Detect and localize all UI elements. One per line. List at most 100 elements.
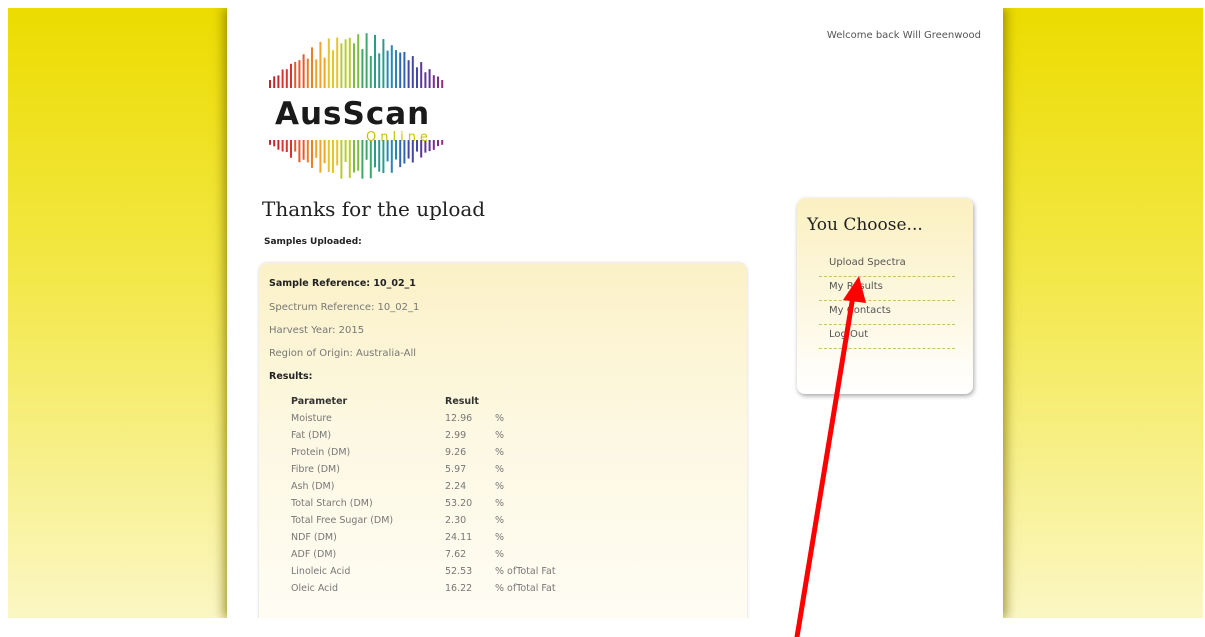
cell-unit: % ofTotal Fat xyxy=(495,566,556,577)
cell-result: 52.53 xyxy=(445,566,473,577)
logo-bar xyxy=(281,69,284,88)
logo-bar xyxy=(332,140,334,173)
cell-result: 2.99 xyxy=(445,430,467,441)
logo-bar xyxy=(378,53,381,88)
table-row: ADF (DM) 7.62% xyxy=(291,546,595,563)
logo-bar xyxy=(273,76,276,88)
logo-bar xyxy=(361,140,364,179)
cell-result: 53.20 xyxy=(445,498,473,509)
logo-bar xyxy=(277,140,280,150)
logo-bar xyxy=(357,140,360,171)
logo-bar xyxy=(327,140,330,172)
logo-bar xyxy=(294,61,297,88)
logo-bar xyxy=(382,39,385,88)
logo-bar xyxy=(432,140,435,150)
logo-bar xyxy=(332,50,334,88)
logo-bar xyxy=(353,43,355,88)
cell-result: 2.30 xyxy=(445,515,467,526)
sample-result-panel: Sample Reference: 10_02_1 Spectrum Refer… xyxy=(259,263,747,618)
harvest-year: Harvest Year: 2015 xyxy=(269,325,365,336)
logo-bar xyxy=(327,38,330,88)
region-of-origin: Region of Origin: Australia-All xyxy=(269,348,417,359)
logo-bar xyxy=(273,140,276,147)
logo-title: AusScan xyxy=(275,96,431,132)
logo-bar xyxy=(306,140,309,163)
logo-bar xyxy=(336,37,339,88)
table-row: Ash (DM) 2.24% xyxy=(291,478,595,495)
logo-bar xyxy=(416,67,418,88)
logo-bar xyxy=(290,140,292,158)
cell-result: 24.11 xyxy=(445,532,473,543)
cell-parameter: Fibre (DM) xyxy=(291,464,340,475)
logo-bar xyxy=(277,75,280,88)
logo-bar xyxy=(269,80,271,88)
table-row: Fat (DM) 2.99% xyxy=(291,427,595,444)
logo-bar xyxy=(348,37,351,88)
logo-bar xyxy=(353,140,355,173)
table-row: NDF (DM) 24.11% xyxy=(291,529,595,546)
samples-uploaded-label: Samples Uploaded: xyxy=(264,237,362,247)
spectrum-reference: Spectrum Reference: 10_02_1 xyxy=(269,302,420,313)
menu-item-my-contacts[interactable]: My Contacts xyxy=(819,301,955,325)
table-row: Oleic Acid 16.22 % ofTotal Fat xyxy=(291,580,595,597)
logo-bar xyxy=(357,34,360,88)
cell-parameter: Oleic Acid xyxy=(291,583,339,594)
sample-reference: Sample Reference: 10_02_1 xyxy=(269,278,416,289)
menu-item-log-out[interactable]: Log Out xyxy=(819,325,955,349)
cell-result: 16.22 xyxy=(445,583,473,594)
logo-bar xyxy=(315,59,318,88)
logo-bar xyxy=(290,63,292,88)
results-label: Results: xyxy=(269,371,313,382)
logo-bar xyxy=(403,51,406,88)
content-page: Welcome back Will Greenwood AusScan Onli… xyxy=(227,8,1003,618)
logo-bar xyxy=(441,140,444,145)
logo-bar xyxy=(294,140,297,152)
menu-list: Upload Spectra My Results My Contacts Lo… xyxy=(819,253,955,349)
logo-bar xyxy=(340,140,343,179)
page-background: Welcome back Will Greenwood AusScan Onli… xyxy=(8,8,1203,618)
page-title: Thanks for the upload xyxy=(262,197,486,221)
logo-bar xyxy=(437,76,439,88)
cell-unit: % xyxy=(495,549,505,560)
menu-item-upload-spectra[interactable]: Upload Spectra xyxy=(819,253,955,277)
cell-unit: % ofTotal Fat xyxy=(495,583,556,594)
table-row: Moisture 12.96% xyxy=(291,410,595,427)
column-header-result: Result xyxy=(445,396,479,407)
ausscan-logo[interactable]: AusScan Online xyxy=(265,22,455,182)
logo-bar xyxy=(319,41,322,88)
logo-bar xyxy=(306,58,309,88)
logo-bar xyxy=(311,140,313,168)
logo-bar xyxy=(437,140,439,147)
logo-bar xyxy=(336,140,339,166)
logo-bar xyxy=(319,140,322,173)
welcome-message: Welcome back Will Greenwood xyxy=(826,30,981,41)
column-header-parameter: Parameter xyxy=(291,396,348,407)
cell-unit: % xyxy=(495,464,505,475)
logo-bar xyxy=(348,140,351,178)
cell-unit: % xyxy=(495,498,505,509)
logo-bar xyxy=(344,140,347,162)
cell-parameter: ADF (DM) xyxy=(291,549,337,560)
logo-bar xyxy=(269,140,271,145)
logo-bar xyxy=(395,50,397,88)
cell-parameter: Moisture xyxy=(291,413,332,424)
logo-bar xyxy=(390,45,393,88)
cell-result: 9.26 xyxy=(445,447,467,458)
logo-bar xyxy=(298,140,301,163)
menu-title: You Choose... xyxy=(807,215,923,235)
logo-bar xyxy=(311,47,313,88)
cell-unit: % xyxy=(495,481,505,492)
logo-bar xyxy=(399,52,402,88)
table-row: Linoleic Acid 52.53 % ofTotal Fat xyxy=(291,563,595,580)
cell-result: 2.24 xyxy=(445,481,467,492)
cell-unit: % xyxy=(495,532,505,543)
logo-bar xyxy=(323,140,326,164)
logo-bar xyxy=(344,39,347,88)
table-row: Protein (DM) 9.26% xyxy=(291,444,595,461)
cell-parameter: Ash (DM) xyxy=(291,481,335,492)
cell-parameter: Protein (DM) xyxy=(291,447,351,458)
cell-result: 12.96 xyxy=(445,413,473,424)
logo-bar xyxy=(411,56,414,88)
logo-bar xyxy=(407,60,410,88)
menu-item-my-results[interactable]: My Results xyxy=(819,277,955,301)
